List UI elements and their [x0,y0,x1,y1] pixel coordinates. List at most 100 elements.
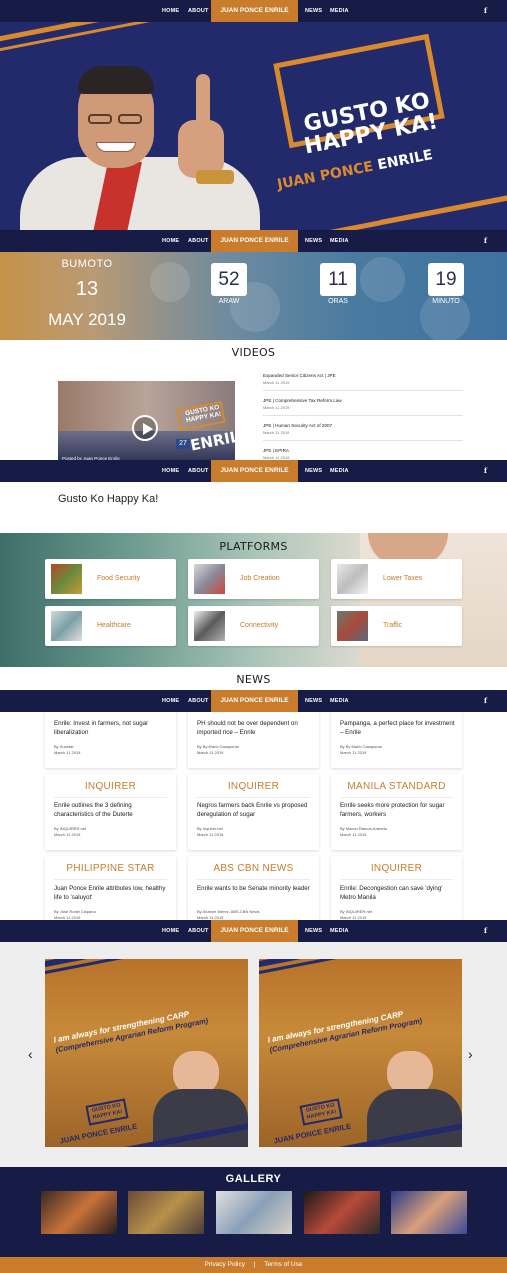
facebook-icon[interactable]: f [484,230,487,252]
job-creation-image [194,564,225,594]
news-card[interactable]: PHILIPPINE STAR Juan Ponce Enrile attrib… [45,856,176,926]
nav-about-link[interactable]: ABOUT [188,920,209,942]
nav-home-link[interactable]: HOME [162,690,179,712]
nav-brand-link[interactable]: JUAN PONCE ENRILE [211,230,298,252]
nav-news-link[interactable]: NEWS [305,920,322,942]
nav-news-link[interactable]: NEWS [305,0,322,22]
platform-card-connectivity[interactable]: Connectivity [188,606,319,646]
video-title: JPE | Human Security Act of 2007 [263,423,333,428]
news-card[interactable]: ABS CBN NEWS Enrile wants to be Senate m… [188,856,319,926]
facebook-icon[interactable]: f [484,0,487,22]
platform-label: Traffic [383,622,403,629]
news-byline: By Macon Ramos-Araneta [340,826,387,831]
platform-card-job-creation[interactable]: Job Creation [188,559,319,599]
news-source: PHILIPPINE STAR [66,863,155,874]
news-card[interactable]: MANILA STANDARD Enrile seeks more protec… [331,774,462,850]
privacy-policy-link[interactable]: Privacy Policy [205,1261,245,1268]
sticky-navbar: HOME ABOUT JUAN PONCE ENRILE NEWS MEDIA … [0,230,507,252]
nav-about-link[interactable]: ABOUT [188,460,209,482]
video-date: March 11 2019 [263,430,290,435]
facebook-icon[interactable]: f [484,920,487,942]
nav-about-link[interactable]: ABOUT [188,230,209,252]
nav-news-link[interactable]: NEWS [305,230,322,252]
carousel-slide[interactable]: I am always for strengthening CARP (Comp… [45,959,248,1147]
nav-news-link[interactable]: NEWS [305,460,322,482]
nav-brand-link[interactable]: JUAN PONCE ENRILE [211,920,298,942]
gallery-thumbnail[interactable] [304,1191,380,1234]
sticky-navbar: HOME ABOUT JUAN PONCE ENRILE NEWS MEDIA … [0,920,507,942]
minutes-label: MINUTO [432,298,460,305]
election-countdown: BUMOTO 13 MAY 2019 52 ARAW 11 ORAS 19 MI… [0,252,507,340]
news-date: March 11 2019 [54,832,81,837]
news-date: March 11 2019 [197,750,224,755]
platform-label: Connectivity [240,622,279,629]
platform-card-healthcare[interactable]: Healthcare [45,606,176,646]
countdown-month-year: MAY 2019 [48,310,126,329]
days-value: 52 [211,263,247,296]
slide-quote: I am always for strengthening CARP (Comp… [267,999,462,1056]
platform-label: Food Security [97,575,141,582]
video-list-item[interactable]: JPE | Human Security Act of 2007 March 1… [263,423,463,435]
terms-of-use-link[interactable]: Terms of Use [264,1261,302,1268]
news-title: Enrile seeks more protection for sugar f… [340,802,445,818]
nav-about-link[interactable]: ABOUT [188,0,209,22]
nav-home-link[interactable]: HOME [162,0,179,22]
nav-media-link[interactable]: MEDIA [330,0,349,22]
food-security-image [51,564,82,594]
video-list-item[interactable]: JPE | Comprehensive Tax Reform Law March… [263,398,463,410]
news-byline: By INQUIRER.net [54,826,87,831]
nav-media-link[interactable]: MEDIA [330,920,349,942]
news-byline: By By Mario Casayuran [197,744,240,749]
news-date: March 11 2019 [54,750,81,755]
minutes-value: 19 [428,263,464,296]
news-byline: By Arianne Merez, ABS-CBN News [197,909,260,914]
nav-media-link[interactable]: MEDIA [330,460,349,482]
news-byline: By By Mario Casayuran [340,744,383,749]
nav-media-link[interactable]: MEDIA [330,230,349,252]
footer-separator: | [253,1261,256,1268]
news-card[interactable]: INQUIRER Enrile: Decongestion can save '… [331,856,462,926]
countdown-day: 13 [75,278,99,300]
facebook-icon[interactable]: f [484,690,487,712]
hero-banner: GUSTO KO HAPPY KA! JUAN PONCE ENRILE [0,22,507,230]
featured-video-thumbnail[interactable]: GUSTO KO HAPPY KA! ENRILE 27 Posted by J… [58,381,235,465]
platforms-heading: PLATFORMS [219,540,288,553]
nav-news-link[interactable]: NEWS [305,690,322,712]
nav-home-link[interactable]: HOME [162,460,179,482]
nav-brand-link[interactable]: JUAN PONCE ENRILE [211,0,298,22]
carousel-slide[interactable]: I am always for strengthening CARP (Comp… [259,959,462,1147]
carousel-prev-arrow[interactable]: ‹ [28,1046,33,1062]
news-byline: By Sunstar [54,744,74,749]
play-icon[interactable] [132,415,158,441]
nav-home-link[interactable]: HOME [162,920,179,942]
platform-card-traffic[interactable]: Traffic [331,606,462,646]
video-list-item[interactable]: JPE | EPIRA March 11 2019 [263,448,463,460]
video-list-item[interactable]: Expanded Senior Citizens Act | JPE March… [263,373,463,385]
gallery-thumbnail[interactable] [128,1191,204,1234]
gallery-thumbnail[interactable] [41,1191,117,1234]
videos-heading: VIDEOS [231,346,276,359]
platform-card-food-security[interactable]: Food Security [45,559,176,599]
news-title: Pampanga, a perfect place for investment… [340,720,455,736]
platform-card-lower-taxes[interactable]: Lower Taxes [331,559,462,599]
gallery-thumbnail[interactable] [391,1191,467,1234]
nav-brand-link[interactable]: JUAN PONCE ENRILE [211,460,298,482]
gallery-heading: GALLERY [225,1173,282,1185]
platform-label: Lower Taxes [383,575,423,582]
nav-media-link[interactable]: MEDIA [330,690,349,712]
carousel-next-arrow[interactable]: › [468,1046,473,1062]
gallery-thumbnail[interactable] [216,1191,292,1234]
facebook-icon[interactable]: f [484,460,487,482]
platforms-section: PLATFORMS Food Security Job Creation Low… [0,533,507,667]
nav-about-link[interactable]: ABOUT [188,690,209,712]
news-byline: By Jose Rodel Clapano [54,909,96,914]
footer: Privacy Policy | Terms of Use [0,1257,507,1273]
nav-home-link[interactable]: HOME [162,230,179,252]
news-card[interactable]: INQUIRER Enrile outlines the 3 defining … [45,774,176,850]
hours-value: 11 [320,263,356,296]
news-title: Enrile: Invest in farmers, not sugar lib… [54,720,149,736]
nav-brand-link[interactable]: JUAN PONCE ENRILE [211,690,298,712]
news-card[interactable]: INQUIRER Negros farmers back Enrile vs p… [188,774,319,850]
slide-quote: I am always for strengthening CARP (Comp… [53,999,248,1056]
video-thumb-badge: 27 [176,439,190,449]
